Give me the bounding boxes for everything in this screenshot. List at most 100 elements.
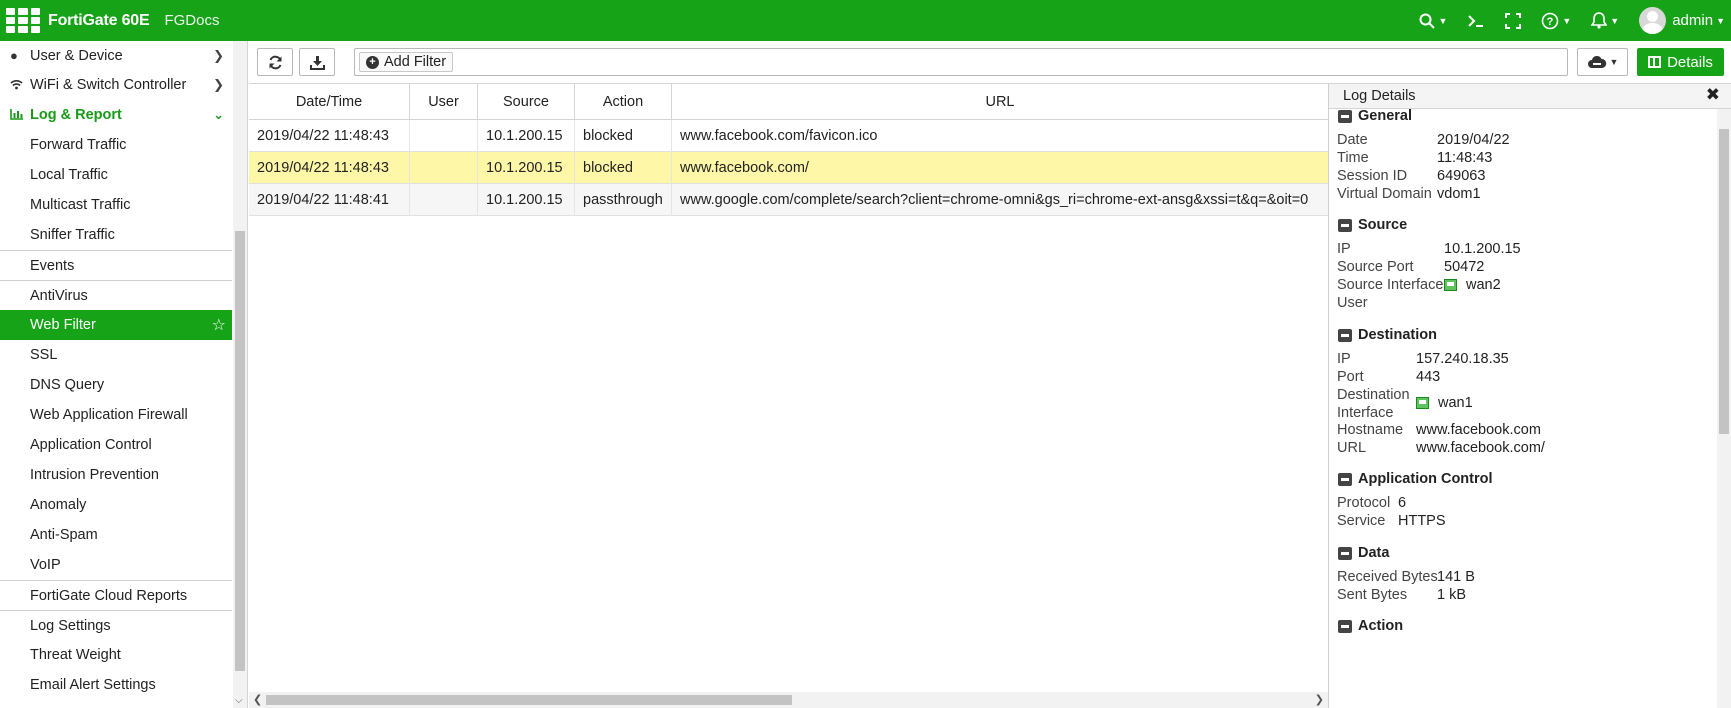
top-bar: FortiGate 60E FGDocs ▼ ? ▼ ▼ admin ▼ bbox=[0, 0, 1731, 41]
sidebar-item-log-settings[interactable]: Log Settings bbox=[0, 610, 232, 640]
section-heading: General bbox=[1358, 108, 1412, 124]
field-label: Service bbox=[1337, 513, 1386, 529]
scrollbar-thumb[interactable] bbox=[1719, 129, 1729, 434]
cli-console-button[interactable] bbox=[1457, 0, 1495, 41]
field-label: Source Port bbox=[1337, 259, 1414, 275]
refresh-button[interactable] bbox=[257, 48, 293, 76]
sidebar-item-multicast-traffic[interactable]: Multicast Traffic bbox=[0, 190, 232, 220]
sidebar-item-antivirus[interactable]: AntiVirus bbox=[0, 280, 232, 310]
scroll-right-arrow-icon[interactable]: ❯ bbox=[1315, 692, 1324, 708]
sidebar-item-events[interactable]: Events bbox=[0, 250, 232, 280]
column-header-source[interactable]: Source bbox=[478, 84, 575, 120]
sidebar-item-log-report[interactable]: Log & Report ⌄ bbox=[0, 100, 232, 130]
section-application-control-toggle[interactable]: Application Control bbox=[1338, 471, 1493, 487]
collapse-icon bbox=[1338, 328, 1352, 342]
avatar bbox=[1639, 7, 1667, 34]
collapse-icon bbox=[1338, 109, 1352, 123]
sidebar-item-wifi-switch-controller[interactable]: WiFi & Switch Controller ❯ bbox=[0, 70, 232, 100]
field-value-destination-port: 443 bbox=[1416, 369, 1441, 385]
sidebar-item-label: Local Traffic bbox=[30, 167, 108, 183]
sidebar-item-forward-traffic[interactable]: Forward Traffic bbox=[0, 130, 232, 160]
download-button[interactable] bbox=[299, 48, 335, 76]
table-row[interactable]: 2019/04/22 11:48:41 10.1.200.15 passthro… bbox=[249, 184, 1328, 216]
section-destination-toggle[interactable]: Destination bbox=[1338, 327, 1437, 343]
close-icon[interactable]: ✖ bbox=[1706, 85, 1720, 105]
sidebar-item-sniffer-traffic[interactable]: Sniffer Traffic bbox=[0, 220, 232, 250]
fortinet-logo-icon[interactable] bbox=[6, 7, 40, 34]
filter-bar[interactable]: + Add Filter bbox=[354, 48, 1568, 76]
column-header-url[interactable]: URL bbox=[672, 84, 1328, 120]
field-value-time: 11:48:43 bbox=[1437, 150, 1493, 166]
cell-user bbox=[410, 184, 478, 216]
sidebar-item-intrusion-prevention[interactable]: Intrusion Prevention bbox=[0, 460, 232, 490]
collapse-icon bbox=[1338, 619, 1352, 633]
sidebar-item-label: Forward Traffic bbox=[30, 137, 127, 153]
scrollbar-thumb[interactable] bbox=[266, 695, 792, 705]
section-heading: Application Control bbox=[1358, 471, 1493, 487]
sidebar-item-dns-query[interactable]: DNS Query bbox=[0, 370, 232, 400]
scroll-left-arrow-icon[interactable]: ❮ bbox=[253, 692, 262, 708]
log-table: Date/Time User Source Action URL 2019/04… bbox=[249, 84, 1328, 708]
cell-source: 10.1.200.15 bbox=[478, 152, 575, 184]
column-header-datetime[interactable]: Date/Time bbox=[249, 84, 410, 120]
chevron-down-icon: ▼ bbox=[1438, 15, 1448, 26]
notifications-dropdown-button[interactable]: ▼ bbox=[1581, 0, 1629, 41]
field-label: Source Interface bbox=[1337, 277, 1444, 293]
sidebar-item-anomaly[interactable]: Anomaly bbox=[0, 490, 232, 520]
cell-url: www.facebook.com/ bbox=[680, 160, 809, 176]
interface-icon bbox=[1444, 279, 1457, 291]
sidebar-item-local-traffic[interactable]: Local Traffic bbox=[0, 160, 232, 190]
sidebar-item-anti-spam[interactable]: Anti-Spam bbox=[0, 520, 232, 550]
fullscreen-button[interactable] bbox=[1495, 0, 1531, 41]
chevron-down-icon: ▼ bbox=[1562, 15, 1572, 26]
username: admin bbox=[1672, 12, 1714, 29]
sidebar-item-application-control[interactable]: Application Control bbox=[0, 430, 232, 460]
table-row-selected[interactable]: 2019/04/22 11:48:43 10.1.200.15 blocked … bbox=[249, 152, 1328, 184]
search-dropdown-button[interactable]: ▼ bbox=[1409, 0, 1457, 41]
user-icon: ● bbox=[10, 48, 18, 63]
field-value-virtual-domain: vdom1 bbox=[1437, 186, 1481, 202]
section-data-toggle[interactable]: Data bbox=[1338, 545, 1389, 561]
sidebar-item-label: User & Device bbox=[30, 47, 123, 64]
star-icon[interactable]: ☆ bbox=[212, 315, 226, 335]
table-horizontal-scrollbar[interactable]: ❮ ❯ bbox=[249, 692, 1328, 708]
details-scrollbar[interactable] bbox=[1717, 109, 1731, 708]
sidebar-item-fortigate-cloud-reports[interactable]: FortiGate Cloud Reports bbox=[0, 580, 232, 610]
cell-user bbox=[410, 120, 478, 152]
help-dropdown-button[interactable]: ? ▼ bbox=[1531, 0, 1581, 41]
sidebar-item-threat-weight[interactable]: Threat Weight bbox=[0, 640, 232, 670]
sidebar-scrollbar[interactable]: ⌵ bbox=[233, 41, 247, 708]
sidebar-item-voip[interactable]: VoIP bbox=[0, 550, 232, 580]
sidebar-item-label: VoIP bbox=[30, 557, 61, 573]
column-header-user[interactable]: User bbox=[410, 84, 478, 120]
table-row[interactable]: 2019/04/22 11:48:43 10.1.200.15 blocked … bbox=[249, 120, 1328, 152]
user-menu[interactable]: admin ▼ bbox=[1629, 0, 1731, 41]
field-label: Sent Bytes bbox=[1337, 587, 1408, 603]
column-header-action[interactable]: Action bbox=[575, 84, 672, 120]
scrollbar-thumb[interactable] bbox=[235, 231, 245, 671]
field-label: IP bbox=[1337, 241, 1351, 257]
scroll-down-arrow-icon[interactable]: ⌵ bbox=[235, 695, 243, 706]
sidebar-item-label: Anti-Spam bbox=[30, 527, 98, 543]
log-details-panel: Log Details ✖ General Date 2019/04/22 Ti… bbox=[1328, 84, 1731, 708]
cell-datetime: 2019/04/22 11:48:43 bbox=[249, 152, 410, 184]
add-filter-button[interactable]: + Add Filter bbox=[359, 52, 454, 72]
log-source-dropdown-button[interactable]: ▼ bbox=[1577, 48, 1628, 76]
field-value-sent-bytes: 1 kB bbox=[1437, 587, 1467, 603]
section-general-toggle[interactable]: General bbox=[1338, 108, 1412, 124]
sidebar-item-label: Log & Report bbox=[30, 107, 122, 123]
sidebar-item-email-alert-settings[interactable]: Email Alert Settings bbox=[0, 670, 232, 700]
field-value-date: 2019/04/22 bbox=[1437, 132, 1510, 148]
sidebar-item-web-filter[interactable]: Web Filter ☆ bbox=[0, 310, 232, 340]
sidebar-nav: ● User & Device ❯ WiFi & Switch Controll… bbox=[0, 41, 232, 700]
collapse-icon bbox=[1338, 546, 1352, 560]
cell-user bbox=[410, 152, 478, 184]
sidebar-item-web-application-firewall[interactable]: Web Application Firewall bbox=[0, 400, 232, 430]
section-action-toggle[interactable]: Action bbox=[1338, 618, 1403, 634]
chevron-down-icon: ▼ bbox=[1716, 15, 1725, 26]
section-source-toggle[interactable]: Source bbox=[1338, 217, 1407, 233]
sidebar-item-user-device[interactable]: ● User & Device ❯ bbox=[0, 41, 232, 70]
sidebar-item-ssl[interactable]: SSL bbox=[0, 340, 232, 370]
chevron-down-icon: ⌄ bbox=[213, 107, 224, 122]
details-button[interactable]: Details bbox=[1637, 48, 1724, 76]
